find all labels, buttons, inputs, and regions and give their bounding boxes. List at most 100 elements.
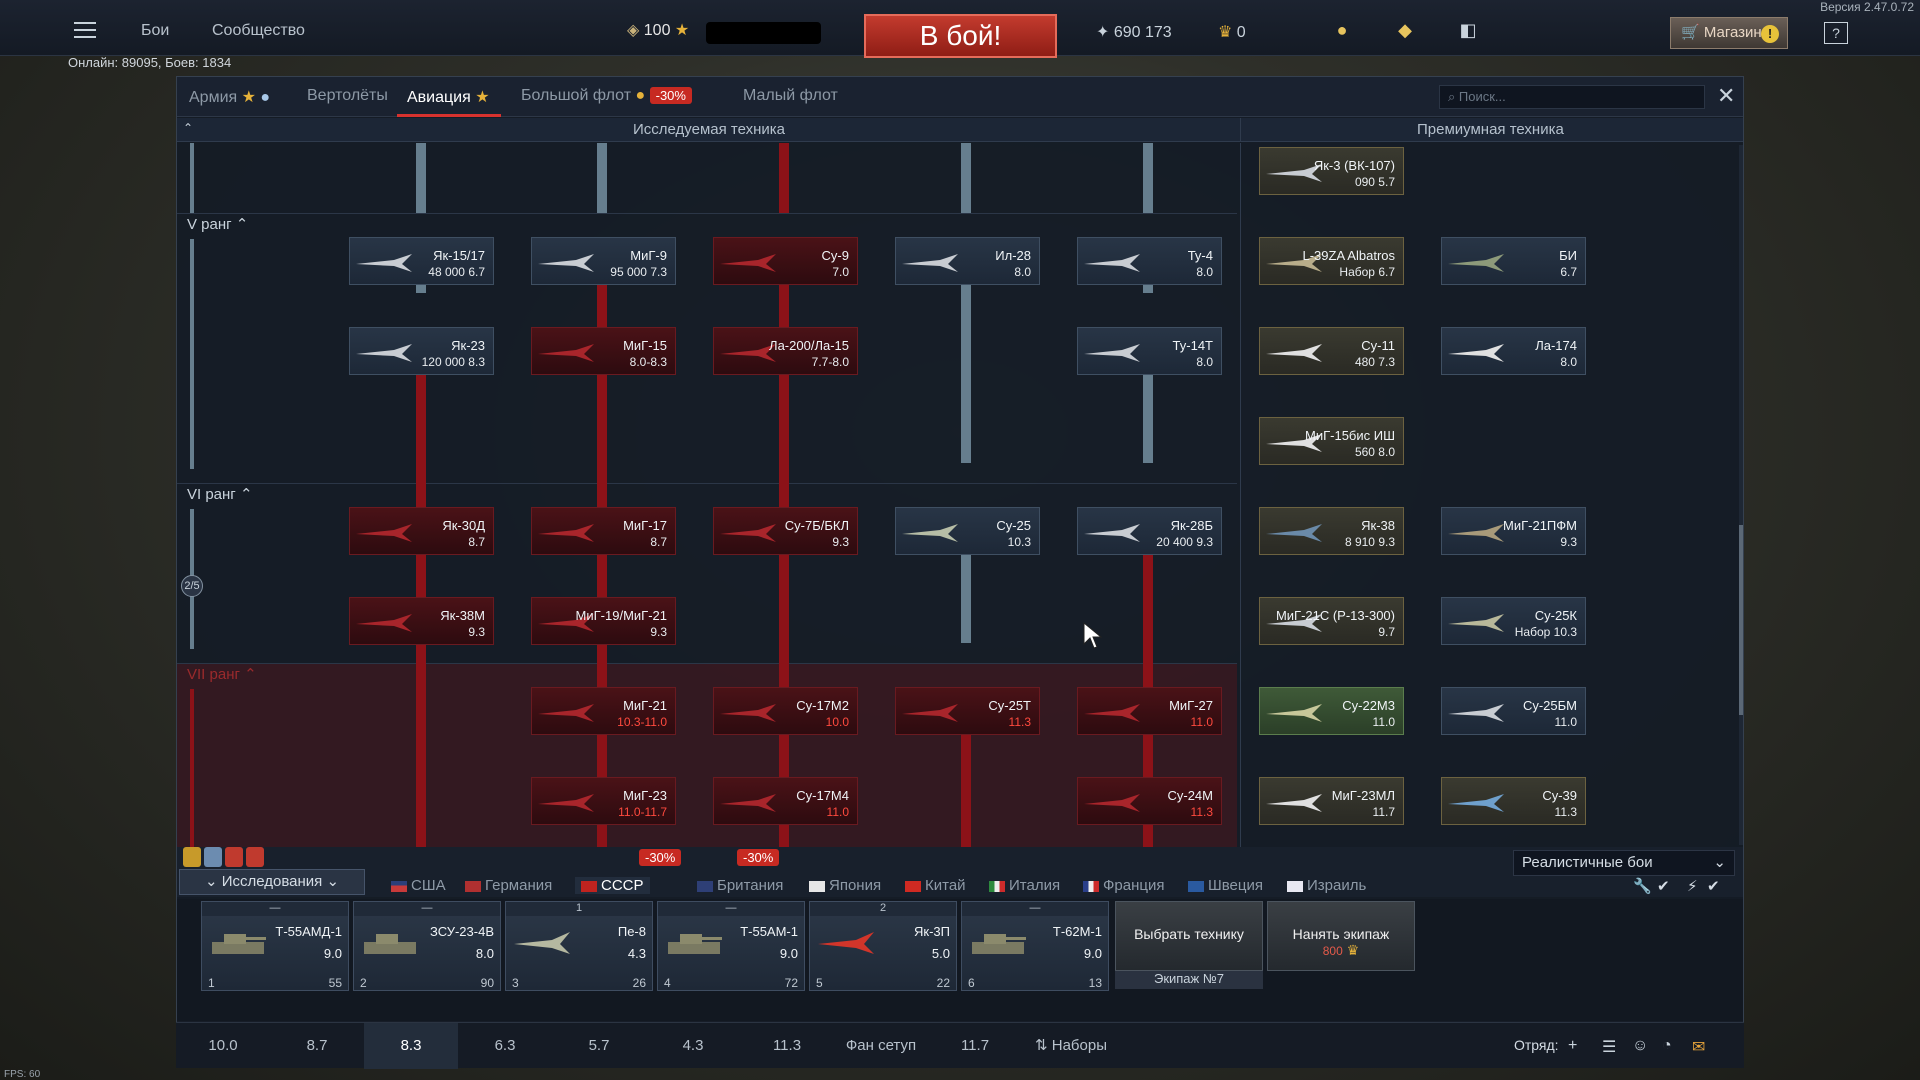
mail-icon[interactable]: ✉ bbox=[1692, 1037, 1705, 1057]
premium-card-su-25bm[interactable]: Су-25БМ 11.0 bbox=[1441, 687, 1586, 735]
scrollbar-thumb[interactable] bbox=[1739, 525, 1743, 715]
crew-slot-4[interactable]: — Т-55АМ-1 9.0 4 72 bbox=[657, 901, 805, 991]
vehicle-card-mig-21[interactable]: МиГ-21 10.3-11.0 bbox=[531, 687, 676, 735]
vehicle-card-mig-17[interactable]: МиГ-17 8.7 bbox=[531, 507, 676, 555]
premium-card-la-174[interactable]: Ла-174 8.0 bbox=[1441, 327, 1586, 375]
vehicle-card-mig-19-mig-21[interactable]: МиГ-19/МиГ-21 9.3 bbox=[531, 597, 676, 645]
shop-button[interactable]: 🛒 Магазин ! bbox=[1670, 17, 1788, 49]
preset-tab-5[interactable]: 5.7 bbox=[552, 1023, 646, 1069]
nation-germany[interactable]: Германия bbox=[465, 877, 552, 894]
diamond-icon[interactable]: ◆ bbox=[1393, 20, 1417, 44]
presets-menu[interactable]: ⇅ Наборы bbox=[1024, 1023, 1118, 1069]
search-input[interactable]: ⌕ Поиск... bbox=[1439, 85, 1705, 109]
nation-britain[interactable]: Британия bbox=[697, 877, 783, 894]
nation-sweden[interactable]: Швеция bbox=[1188, 877, 1263, 894]
vehicle-card-mig-9[interactable]: МиГ-9 95 000 7.3 bbox=[531, 237, 676, 285]
plus-icon[interactable]: + bbox=[1568, 1037, 1577, 1055]
tab-big-fleet[interactable]: Большой флот ● -30% bbox=[521, 87, 692, 105]
lions-counter[interactable]: ◈ 100 ★ bbox=[627, 20, 689, 40]
silver-lions-counter[interactable]: ✦ 690 173 bbox=[1096, 22, 1172, 42]
vehicle-card-su-7b[interactable]: Су-7Б/БКЛ 9.3 bbox=[713, 507, 858, 555]
tab-aviation[interactable]: Авиация ★ bbox=[407, 87, 490, 107]
preset-tab-3[interactable]: 8.3 bbox=[364, 1023, 458, 1069]
nation-israel[interactable]: Израиль bbox=[1287, 877, 1366, 894]
nation-france[interactable]: Франция bbox=[1083, 877, 1164, 894]
nation-usa[interactable]: США bbox=[391, 877, 446, 894]
vehicle-card-su-17m2[interactable]: Су-17М2 10.0 bbox=[713, 687, 858, 735]
hamburger-menu-icon[interactable] bbox=[74, 22, 96, 38]
tab-helicopters[interactable]: Вертолёты bbox=[307, 87, 388, 105]
vehicle-card-il-28[interactable]: Ил-28 8.0 bbox=[895, 237, 1040, 285]
wrench-icon[interactable]: 🔧 bbox=[1633, 877, 1652, 895]
collapse-icon[interactable]: ⌃ bbox=[183, 121, 193, 135]
premium-card-su-39[interactable]: Су-39 11.3 bbox=[1441, 777, 1586, 825]
help-button[interactable]: ? bbox=[1824, 22, 1848, 44]
checkmark-icon[interactable]: ✔ bbox=[1657, 877, 1670, 895]
vehicle-card-su-17m4[interactable]: Су-17М4 11.0 bbox=[713, 777, 858, 825]
vehicle-card-yak-38m[interactable]: Як-38М 9.3 bbox=[349, 597, 494, 645]
rank-5-label[interactable]: V ранг ⌃ bbox=[187, 215, 248, 233]
crew-slot-3[interactable]: 1 Пе-8 4.3 3 26 bbox=[505, 901, 653, 991]
tab-army[interactable]: Армия ★ ● bbox=[189, 87, 270, 107]
premium-card-mig-21s[interactable]: МиГ-21С (Р-13-300) 9.7 bbox=[1259, 597, 1404, 645]
preset-tab-8[interactable]: Фан сетуп bbox=[834, 1023, 928, 1069]
to-battle-button[interactable]: В бой! bbox=[864, 14, 1057, 58]
premium-card-l-39za[interactable]: L-39ZA Albatros Набор 6.7 bbox=[1259, 237, 1404, 285]
repair-icon[interactable]: ⚡ bbox=[1687, 877, 1698, 895]
premium-card-yak-3-vk-107[interactable]: Як-3 (ВК-107) 090 5.7 bbox=[1259, 147, 1404, 195]
preset-tab-6[interactable]: 4.3 bbox=[646, 1023, 740, 1069]
premium-card-bi[interactable]: БИ 6.7 bbox=[1441, 237, 1586, 285]
premium-card-mig-21pfm[interactable]: МиГ-21ПФМ 9.3 bbox=[1441, 507, 1586, 555]
preset-tab-7[interactable]: 11.3 bbox=[740, 1023, 834, 1069]
list-icon[interactable]: ☰ bbox=[1602, 1037, 1616, 1057]
vehicle-card-mig-27[interactable]: МиГ-27 11.0 bbox=[1077, 687, 1222, 735]
vehicle-card-tu-14t[interactable]: Ту-14Т 8.0 bbox=[1077, 327, 1222, 375]
choose-vehicle-button[interactable]: Выбрать технику bbox=[1115, 901, 1263, 971]
vehicle-card-mig-15[interactable]: МиГ-15 8.0-8.3 bbox=[531, 327, 676, 375]
tab-small-fleet[interactable]: Малый флот bbox=[743, 87, 838, 105]
rank-6-label[interactable]: VI ранг ⌃ bbox=[187, 485, 253, 503]
vehicle-card-yak-28b[interactable]: Як-28Б 20 400 9.3 bbox=[1077, 507, 1222, 555]
crew-slot-6[interactable]: — Т-62М-1 9.0 6 13 bbox=[961, 901, 1109, 991]
game-mode-select[interactable]: Реалистичные бои ⌄ bbox=[1513, 850, 1735, 876]
nation-italy[interactable]: Италия bbox=[989, 877, 1060, 894]
preset-tab-4[interactable]: 6.3 bbox=[458, 1023, 552, 1069]
vehicle-card-la-200-la-15[interactable]: Ла-200/Ла-15 7.7-8.0 bbox=[713, 327, 858, 375]
vehicle-card-yak-23[interactable]: Як-23 120 000 8.3 bbox=[349, 327, 494, 375]
premium-card-su-25k[interactable]: Су-25К Набор 10.3 bbox=[1441, 597, 1586, 645]
premium-card-yak-38[interactable]: Як-38 8 910 9.3 bbox=[1259, 507, 1404, 555]
nation-china[interactable]: Китай bbox=[905, 877, 966, 894]
chat-icon[interactable]: ◔ bbox=[1662, 1037, 1672, 1055]
crew-slot-5[interactable]: 2 Як-3П 5.0 5 22 bbox=[809, 901, 957, 991]
vehicle-card-mig-23[interactable]: МиГ-23 11.0-11.7 bbox=[531, 777, 676, 825]
nation-japan[interactable]: Япония bbox=[809, 877, 881, 894]
hire-crew-button[interactable]: Нанять экипаж 800 ♛ bbox=[1267, 901, 1415, 971]
coupon-icon[interactable]: ◧ bbox=[1456, 20, 1480, 44]
checkmark-icon[interactable]: ✔ bbox=[1707, 877, 1720, 895]
scrollbar[interactable] bbox=[1739, 145, 1743, 845]
community-menu[interactable]: Сообщество bbox=[212, 22, 305, 40]
vehicle-card-tu-4[interactable]: Ту-4 8.0 bbox=[1077, 237, 1222, 285]
premium-card-su-22m3[interactable]: Су-22М3 11.0 bbox=[1259, 687, 1404, 735]
lightbulb-icon[interactable]: ● bbox=[1330, 20, 1354, 44]
research-button[interactable]: ⌄ Исследования ⌄ bbox=[179, 869, 365, 895]
premium-card-su-11[interactable]: Су-11 480 7.3 bbox=[1259, 327, 1404, 375]
vehicle-card-su-24m[interactable]: Су-24М 11.3 bbox=[1077, 777, 1222, 825]
premium-card-mig-15bis-ish[interactable]: МиГ-15бис ИШ 560 8.0 bbox=[1259, 417, 1404, 465]
premium-card-mig-23ml[interactable]: МиГ-23МЛ 11.7 bbox=[1259, 777, 1404, 825]
preset-tab-1[interactable]: 10.0 bbox=[176, 1023, 270, 1069]
vehicle-card-su-25t[interactable]: Су-25Т 11.3 bbox=[895, 687, 1040, 735]
nation-ussr[interactable]: СССР bbox=[575, 877, 650, 894]
preset-tab-9[interactable]: 11.7 bbox=[928, 1023, 1022, 1069]
vehicle-card-yak-30d[interactable]: Як-30Д 8.7 bbox=[349, 507, 494, 555]
crew-slot-1[interactable]: — Т-55АМД-1 9.0 1 55 bbox=[201, 901, 349, 991]
close-icon[interactable]: ✕ bbox=[1717, 83, 1735, 109]
battles-menu[interactable]: Бои bbox=[141, 22, 169, 40]
vehicle-card-yak-15-17[interactable]: Як-15/17 48 000 6.7 bbox=[349, 237, 494, 285]
rank-7-label[interactable]: VII ранг ⌃ bbox=[187, 665, 257, 683]
preset-tab-2[interactable]: 8.7 bbox=[270, 1023, 364, 1069]
golden-eagles-counter[interactable]: ♛ 0 bbox=[1218, 22, 1246, 42]
crew-slot-2[interactable]: — ЗСУ-23-4В 8.0 2 90 bbox=[353, 901, 501, 991]
friends-icon[interactable]: ☺ bbox=[1632, 1037, 1648, 1055]
vehicle-card-su-9[interactable]: Су-9 7.0 bbox=[713, 237, 858, 285]
